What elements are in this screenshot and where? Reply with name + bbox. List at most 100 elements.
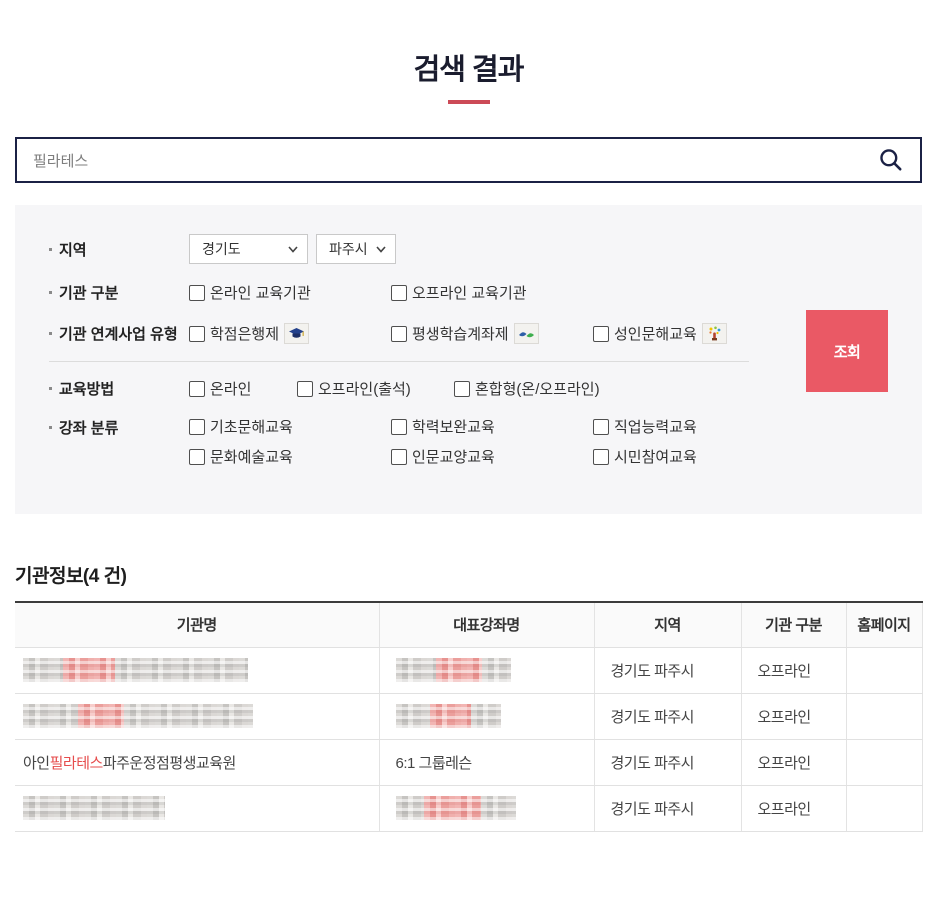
redacted-course-name [396,796,516,820]
course-cell [379,785,594,831]
filter-divider [49,361,749,362]
checkbox-credit-bank[interactable]: 학점은행제 [189,323,309,344]
course-cell: 6:1 그룹레슨 [379,739,594,785]
region-cell: 경기도 파주시 [594,693,741,739]
checkbox-box[interactable] [189,419,205,435]
checkbox-label: 평생학습계좌제 [412,323,509,344]
region-cell: 경기도 파주시 [594,739,741,785]
checkbox-box[interactable] [297,381,313,397]
checkbox-box[interactable] [391,326,407,342]
table-row: 아인필라테스파주운정점평생교육원 6:1 그룹레슨 경기도 파주시 오프라인 [15,739,922,785]
region-cell: 경기도 파주시 [594,647,741,693]
table-header-row: 기관명 대표강좌명 지역 기관 구분 홈페이지 [15,602,922,647]
checkbox-adult-literacy[interactable]: 성인문해교육 [593,323,727,344]
org-type-cell: 오프라인 [741,647,846,693]
chevron-down-icon [376,246,386,253]
province-select-value: 경기도 [202,239,241,259]
search-term-highlight: 필라테스 [50,755,103,772]
region-label: 지역 [49,239,189,260]
homepage-cell [846,693,922,739]
province-select[interactable]: 경기도 [189,234,308,264]
checkbox-vocational[interactable]: 직업능력교육 [593,416,795,437]
checkbox-box[interactable] [189,449,205,465]
city-select[interactable]: 파주시 [316,234,396,264]
checkbox-box[interactable] [454,381,470,397]
checkbox-online-institution[interactable]: 온라인 교육기관 [189,282,311,303]
filter-row-edu-method: 교육방법 온라인 오프라인(출석) 혼합형(온/오프라인) [49,378,888,399]
checkbox-box[interactable] [189,285,205,301]
checkbox-lifelong-learning-account[interactable]: 평생학습계좌제 [391,323,539,344]
search-submit-button[interactable]: 조회 [806,310,888,392]
search-magnifier-icon[interactable] [878,147,904,173]
table-row: 경기도 파주시 오프라인 [15,647,922,693]
checkbox-basic-literacy[interactable]: 기초문해교육 [189,416,391,437]
title-underline [448,100,490,104]
checkbox-label: 혼합형(온/오프라인) [475,378,600,399]
course-cell [379,647,594,693]
person-confetti-icon [702,323,727,344]
org-type-cell: 오프라인 [741,785,846,831]
redacted-institution-name [23,658,248,682]
checkbox-box[interactable] [391,449,407,465]
institution-cell: 아인필라테스파주운정점평생교육원 [15,739,379,785]
checkbox-civic-participation[interactable]: 시민참여교육 [593,446,795,467]
checkbox-method-blended[interactable]: 혼합형(온/오프라인) [454,378,600,399]
checkbox-academic-supplement[interactable]: 학력보완교육 [391,416,593,437]
page-title: 검색 결과 [0,46,937,88]
homepage-cell [846,739,922,785]
checkbox-label: 오프라인(출석) [318,378,411,399]
header-homepage: 홈페이지 [846,602,922,647]
checkbox-box[interactable] [593,419,609,435]
checkbox-method-online[interactable]: 온라인 [189,378,251,399]
filter-row-course-category: 강좌 분류 기초문해교육 학력보완교육 직업능력교육 문화예술교육 [49,416,888,467]
checkbox-label: 시민참여교육 [614,446,697,467]
checkbox-box[interactable] [391,285,407,301]
org-type-cell: 오프라인 [741,693,846,739]
checkbox-label: 인문교양교육 [412,446,495,467]
checkbox-label: 문화예술교육 [210,446,293,467]
checkbox-label: 온라인 [210,378,251,399]
institution-cell [15,647,379,693]
chevron-down-icon [288,246,298,253]
checkbox-box[interactable] [189,381,205,397]
checkbox-label: 오프라인 교육기관 [412,282,527,303]
region-cell: 경기도 파주시 [594,785,741,831]
header-course: 대표강좌명 [379,602,594,647]
institution-name: 아인필라테스파주운정점평생교육원 [23,755,236,772]
org-type-cell: 오프라인 [741,739,846,785]
search-input[interactable] [33,152,878,169]
redacted-course-name [396,658,511,682]
course-cell [379,693,594,739]
checkbox-label: 기초문해교육 [210,416,293,437]
header-institution: 기관명 [15,602,379,647]
checkbox-box[interactable] [391,419,407,435]
checkbox-box[interactable] [593,449,609,465]
course-category-label: 강좌 분류 [49,416,189,438]
filter-row-region: 지역 경기도 파주시 [49,234,888,264]
homepage-cell [846,647,922,693]
checkbox-label: 직업능력교육 [614,416,697,437]
checkbox-liberal-arts[interactable]: 인문교양교육 [391,446,593,467]
city-select-value: 파주시 [329,239,368,259]
checkbox-box[interactable] [189,326,205,342]
leaf-book-icon [514,323,539,344]
checkbox-box[interactable] [593,326,609,342]
checkbox-offline-institution[interactable]: 오프라인 교육기관 [391,282,527,303]
filter-row-org-type: 기관 구분 온라인 교육기관 오프라인 교육기관 [49,282,888,303]
filter-row-linked-program: 기관 연계사업 유형 학점은행제 [49,323,888,344]
course-category-options: 기초문해교육 학력보완교육 직업능력교육 문화예술교육 인문교양교육 [189,416,795,467]
checkbox-culture-arts[interactable]: 문화예술교육 [189,446,391,467]
checkbox-label: 성인문해교육 [614,323,697,344]
redacted-institution-name [23,704,253,728]
institution-cell [15,785,379,831]
results-table: 기관명 대표강좌명 지역 기관 구분 홈페이지 경기도 파주시 오프라인 [15,601,923,832]
edu-method-label: 교육방법 [49,378,189,399]
linked-program-label: 기관 연계사업 유형 [49,323,189,344]
results-heading: 기관정보(4 건) [15,561,922,588]
search-bar [15,137,922,183]
checkbox-method-offline[interactable]: 오프라인(출석) [297,378,411,399]
redacted-institution-name [23,796,165,820]
homepage-cell [846,785,922,831]
checkbox-label: 온라인 교육기관 [210,282,311,303]
table-row: 경기도 파주시 오프라인 [15,693,922,739]
